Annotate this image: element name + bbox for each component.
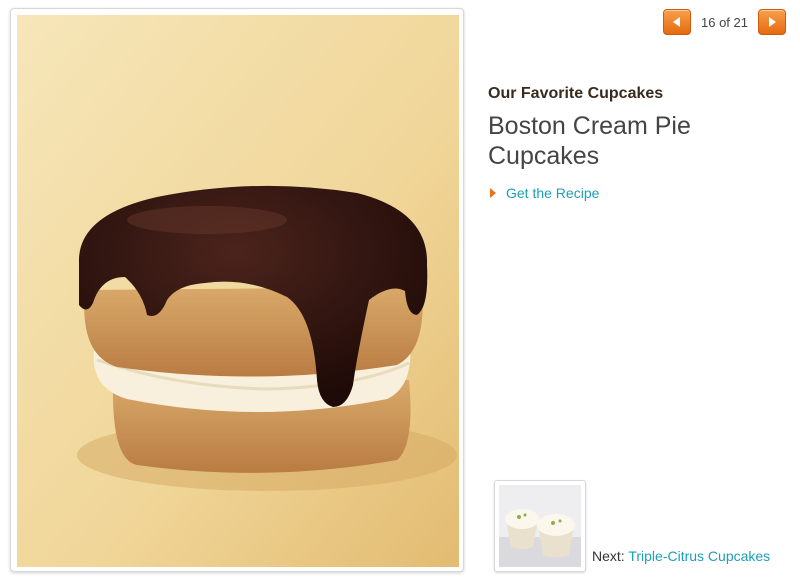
next-slide-button[interactable]: [758, 9, 786, 35]
next-slide-caption: Next: Triple-Citrus Cupcakes: [592, 548, 770, 564]
main-photo: [10, 8, 464, 572]
slide-title: Boston Cream Pie Cupcakes: [488, 112, 691, 170]
triangle-right-icon: [769, 17, 776, 27]
slide-counter: 16 of 21: [701, 14, 748, 30]
boston-cream-cupcake-photo: [17, 15, 459, 567]
slideshow-pager: 16 of 21: [663, 8, 786, 36]
citrus-cupcakes-photo: [499, 485, 581, 567]
gallery-category: Our Favorite Cupcakes: [488, 85, 664, 102]
previous-slide-button[interactable]: [663, 9, 691, 35]
triangle-right-icon: [490, 188, 496, 198]
get-recipe-link[interactable]: Get the Recipe: [490, 185, 599, 201]
next-slide-thumbnail[interactable]: [494, 480, 586, 572]
get-recipe-label: Get the Recipe: [506, 185, 600, 201]
triangle-left-icon: [673, 17, 680, 27]
next-label: Next:: [592, 548, 625, 564]
next-slide-link[interactable]: Triple-Citrus Cupcakes: [628, 548, 770, 564]
